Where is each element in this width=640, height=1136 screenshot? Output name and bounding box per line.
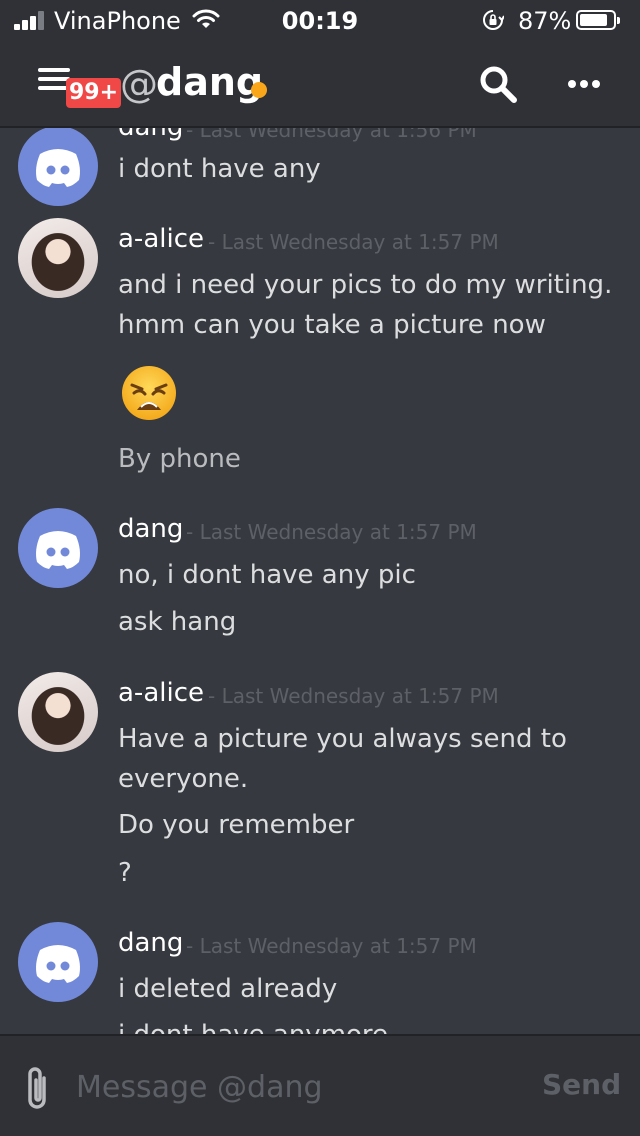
discord-logo-icon [36,531,80,569]
avatar[interactable] [18,128,98,206]
presence-status-dot [251,82,267,98]
message-text: Have a picture you always send to [118,724,567,754]
battery-percentage: 87% [518,7,572,35]
discord-logo-icon [36,945,80,983]
attachment-icon [28,1067,46,1109]
message-composer: Send [0,1034,640,1136]
rotation-lock-icon [483,10,504,30]
avatar[interactable] [18,922,98,1002]
message-text: i dont have any [118,154,321,184]
channel-title[interactable]: dang [156,60,263,104]
message-text: no, i dont have any pic [118,560,416,590]
message-author[interactable]: dang [118,928,183,958]
message-text: i deleted already [118,974,338,1004]
avatar[interactable] [18,672,98,752]
message-text: and i need your pics to do my writing. [118,270,613,300]
message-timestamp: - Last Wednesday at 1:57 PM [186,934,477,958]
send-button[interactable]: Send [542,1068,621,1101]
more-options-button[interactable] [564,70,604,98]
battery-icon [576,10,620,30]
message-timestamp: - Last Wednesday at 1:57 PM [186,520,477,544]
message-text: everyone. [118,764,249,794]
avatar[interactable] [18,218,98,298]
message-timestamp: - Last Wednesday at 1:57 PM [208,230,499,254]
status-bar: VinaPhone 00:19 87% [0,0,640,40]
message-timestamp: - Last Wednesday at 1:57 PM [208,684,499,708]
app: VinaPhone 00:19 87% 99+ @ dang - Last We… [0,0,640,1136]
message-text: i dont have anymore [118,1020,388,1034]
unread-badge: 99+ [66,78,122,108]
message-text: ? [118,858,132,888]
message-author[interactable]: a-alice [118,678,204,708]
battery-level [580,14,608,26]
at-symbol: @ [120,62,158,106]
message-text: By phone [118,444,241,474]
attachment-button[interactable] [22,1064,54,1114]
avatar[interactable] [18,508,98,588]
search-icon [480,66,517,103]
message-text: ask hang [118,607,237,637]
message-author[interactable]: a-alice [118,224,204,254]
search-button[interactable] [478,64,518,104]
channel-header: 99+ @ dang [0,40,640,128]
message-input[interactable] [76,1064,496,1110]
message-text: hmm can you take a picture now [118,310,546,340]
weary-face-emoji [122,366,176,420]
message-list[interactable]: dang - Last Wednesday at 1:56 PM i dont … [0,128,640,1034]
message-author[interactable]: dang [118,514,183,544]
message-timestamp: - Last Wednesday at 1:56 PM [186,128,477,142]
message-author[interactable]: dang [118,128,183,142]
discord-logo-icon [36,149,80,187]
message-text: Do you remember [118,810,355,840]
